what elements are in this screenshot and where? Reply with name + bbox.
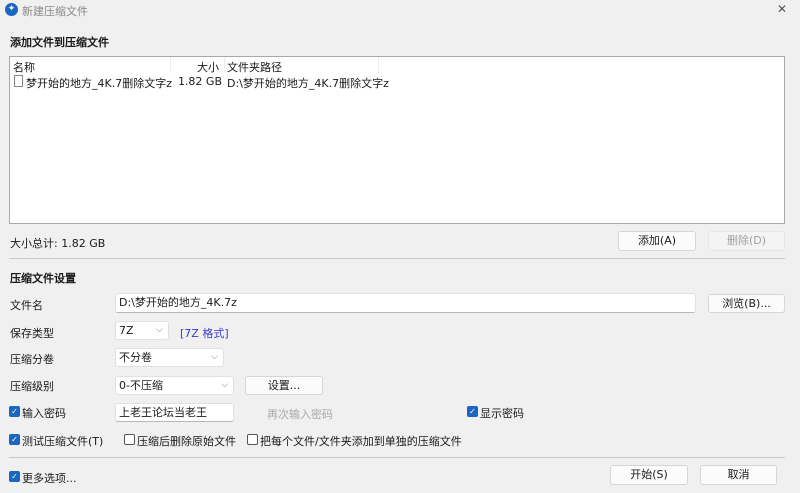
separate-label: 把每个文件/文件夹添加到单独的压缩文件 [260, 435, 462, 448]
browse-button[interactable]: 浏览(B)... [708, 294, 785, 313]
remove-button[interactable]: 删除(D) [708, 231, 785, 251]
file-size: 1.82 GB [177, 75, 222, 88]
file-icon [14, 75, 23, 87]
chevron-down-icon: ⌵ [156, 325, 163, 335]
window-title: 新建压缩文件 [22, 5, 88, 18]
type-format-link[interactable]: [7Z 格式] [180, 325, 229, 341]
level-label: 压缩级别 [10, 380, 54, 393]
divider [9, 258, 785, 259]
type-select[interactable]: 7Z ⌵ [115, 321, 169, 340]
separate-checkbox[interactable] [247, 434, 258, 445]
test-label: 测试压缩文件(T) [22, 435, 104, 448]
split-value: 不分卷 [119, 351, 152, 364]
file-name: 梦开始的地方_4K.7删除文字z [26, 77, 172, 90]
total-size: 大小总计: 1.82 GB [10, 237, 106, 250]
type-value: 7Z [119, 324, 134, 337]
file-list[interactable]: 名称 大小 文件夹路径 梦开始的地方_4K.7删除文字z 1.82 GB D:\… [9, 56, 785, 224]
more-options-label: 更多选项... [22, 472, 77, 485]
password-confirm-input[interactable]: 再次输入密码 [267, 406, 333, 422]
divider [9, 457, 785, 458]
start-button[interactable]: 开始(S) [610, 465, 688, 485]
split-label: 压缩分卷 [10, 353, 54, 366]
show-password-label: 显示密码 [480, 407, 524, 420]
file-path: D:\梦开始的地方_4K.7删除文字z [227, 77, 389, 90]
level-settings-button[interactable]: 设置... [245, 376, 323, 395]
more-options-checkbox[interactable]: ✓ [9, 471, 20, 482]
app-icon: ✦ [5, 3, 18, 16]
chevron-down-icon: ⌵ [221, 380, 228, 390]
delete-after-checkbox[interactable] [124, 434, 135, 445]
password-label: 输入密码 [22, 407, 66, 420]
column-name[interactable]: 名称 [13, 59, 35, 75]
split-select[interactable]: 不分卷 ⌵ [115, 348, 224, 367]
delete-after-label: 压缩后删除原始文件 [137, 435, 236, 448]
file-row[interactable]: 梦开始的地方_4K.7删除文字z 1.82 GB D:\梦开始的地方_4K.7删… [10, 74, 389, 90]
type-label: 保存类型 [10, 327, 54, 340]
filename-label: 文件名 [10, 299, 43, 312]
files-heading: 添加文件到压缩文件 [10, 36, 109, 49]
level-value: 0-不压缩 [119, 379, 163, 392]
password-checkbox[interactable]: ✓ [9, 406, 20, 417]
cancel-button[interactable]: 取消 [700, 465, 777, 485]
filename-input[interactable]: D:\梦开始的地方_4K.7z [115, 293, 696, 313]
password-input[interactable]: 上老王论坛当老王 [115, 403, 234, 422]
settings-heading: 压缩文件设置 [10, 272, 76, 285]
add-button[interactable]: 添加(A) [618, 231, 696, 251]
show-password-checkbox[interactable]: ✓ [467, 406, 478, 417]
chevron-down-icon: ⌵ [211, 352, 218, 362]
column-size[interactable]: 大小 [197, 59, 219, 75]
test-checkbox[interactable]: ✓ [9, 434, 20, 445]
level-select[interactable]: 0-不压缩 ⌵ [115, 376, 234, 395]
column-path[interactable]: 文件夹路径 [227, 59, 282, 75]
close-icon[interactable]: ✕ [777, 2, 787, 16]
